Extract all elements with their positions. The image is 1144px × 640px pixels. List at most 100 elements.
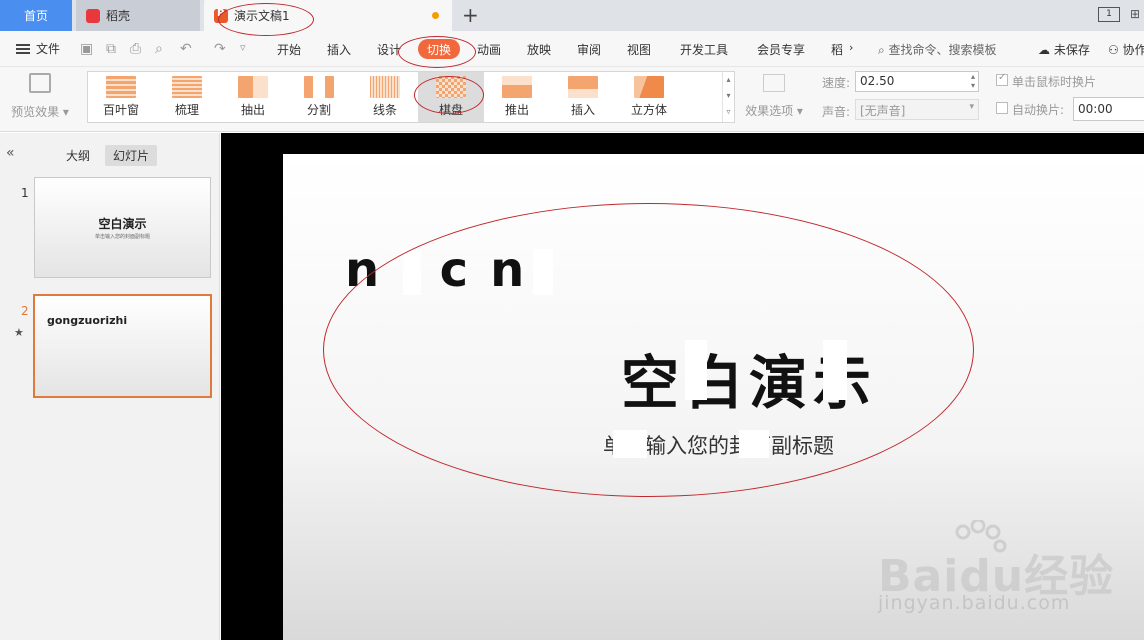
redo-icon[interactable]: ↷ — [214, 41, 226, 57]
thumb-title: 空白演示 — [98, 217, 147, 231]
auto-switch-label: 自动换片: — [1012, 103, 1065, 117]
menu-slideshow[interactable]: 放映 — [527, 41, 551, 58]
chevron-down-icon: ▾ — [969, 102, 974, 112]
spinner-icon[interactable]: ▴ ▾ — [971, 72, 975, 90]
checker-block — [403, 249, 421, 295]
menu-animation[interactable]: 动画 — [477, 41, 501, 58]
auto-switch-checkbox[interactable] — [996, 102, 1008, 114]
checker-block — [823, 340, 847, 400]
new-tab-icon[interactable]: + — [462, 3, 479, 27]
effect-cube[interactable]: 立方体 — [616, 72, 682, 122]
tab-daoke[interactable]: 稻壳 — [76, 0, 200, 31]
tab-daoke-label: 稻壳 — [106, 9, 131, 23]
speed-input[interactable]: 02.50 ▴ ▾ — [855, 71, 979, 92]
menu-insert[interactable]: 插入 — [327, 41, 351, 58]
sound-value: [无声音] — [860, 104, 906, 118]
effect-checkerboard[interactable]: 棋盘 — [418, 72, 484, 122]
export-icon[interactable]: ⧉ — [106, 41, 116, 57]
menu-more-icon[interactable]: › — [849, 41, 853, 54]
menu-design[interactable]: 设计 — [377, 41, 401, 58]
click-switch-label: 单击鼠标时换片 — [1012, 75, 1097, 89]
collapse-panel-icon[interactable]: « — [6, 145, 15, 161]
save-icon[interactable]: ▣ — [80, 41, 93, 57]
speed-value: 02.50 — [860, 74, 895, 88]
unsaved-status[interactable]: ☁ 未保存 — [1038, 41, 1090, 58]
effect-push[interactable]: 推出 — [484, 72, 550, 122]
daoke-icon — [86, 8, 100, 23]
effect-insert[interactable]: 插入 — [550, 72, 616, 122]
tab-document[interactable]: 演示文稿1 — [204, 0, 452, 31]
tab-slides[interactable]: 幻灯片 — [105, 145, 158, 166]
menu-member[interactable]: 会员专享 — [757, 41, 805, 58]
effect-lines[interactable]: 线条 — [352, 72, 418, 122]
effect-comb[interactable]: 梳理 — [154, 72, 220, 122]
lines-icon — [370, 76, 400, 98]
watermark-sub: jingyan.baidu.com — [878, 592, 1071, 614]
effect-split-label: 分割 — [306, 103, 331, 117]
sound-label: 声音: — [822, 105, 851, 119]
speed-label: 速度: — [822, 76, 851, 90]
slide-number: 2 — [21, 304, 29, 318]
slide-transition-fragment: nicn — [345, 242, 547, 298]
menu-review[interactable]: 审阅 — [577, 41, 601, 58]
insert-icon — [568, 76, 598, 98]
transition-gallery: 百叶窗 梳理 抽出 分割 线条 棋盘 推出 插入 立方体 ▴ ▾ ▿ — [87, 71, 735, 123]
auto-switch-time-input[interactable]: 00:00 — [1073, 97, 1144, 121]
gallery-scroll[interactable]: ▴ ▾ ▿ — [722, 72, 734, 122]
file-menu-label: 文件 — [36, 42, 61, 56]
hamburger-icon — [16, 43, 30, 54]
menu-developer[interactable]: 开发工具 — [680, 41, 728, 58]
effect-options-button[interactable]: 效果选项 ▾ — [742, 71, 806, 123]
search-command-label: 查找命令、搜索模板 — [888, 43, 997, 57]
effect-pull-label: 抽出 — [240, 103, 265, 117]
effect-blinds-label: 百叶窗 — [102, 103, 139, 117]
thumb-subtitle: 单击输入您的封面副标题 — [94, 234, 150, 240]
auto-switch-time-value: 00:00 — [1078, 102, 1113, 116]
print-preview-icon[interactable]: ⌕ — [155, 41, 163, 57]
window-layout-icon[interactable]: 1 — [1098, 7, 1120, 22]
slide-thumbnail-1[interactable]: 空白演示 单击输入您的封面副标题 — [34, 177, 211, 278]
menu-transition-label: 切换 — [426, 42, 451, 57]
effect-lines-label: 线条 — [372, 103, 397, 117]
effect-options-icon — [763, 74, 785, 92]
collab-button[interactable]: ⚇ 协作 — [1108, 41, 1144, 58]
preview-label: 预览效果 — [11, 105, 60, 119]
click-switch-checkbox[interactable]: ✓ — [996, 72, 1008, 86]
menu-daoke[interactable]: 稻 — [831, 41, 843, 58]
effect-blinds[interactable]: 百叶窗 — [88, 72, 154, 122]
file-menu[interactable]: 文件 — [16, 40, 60, 57]
menu-start[interactable]: 开始 — [277, 41, 301, 58]
print-icon[interactable]: ⎙ — [130, 41, 141, 57]
tab-outline[interactable]: 大纲 — [58, 145, 98, 166]
undo-icon[interactable]: ↶ — [180, 41, 192, 57]
slide-thumbnail-2[interactable]: gongzuorizhi — [33, 294, 212, 398]
presentation-icon — [214, 8, 228, 23]
effect-pull[interactable]: 抽出 — [220, 72, 286, 122]
thumb-title: gongzuorizhi — [47, 314, 128, 327]
window-layout-label: 1 — [1106, 9, 1112, 19]
preview-effect-button[interactable]: 预览效果 ▾ — [8, 71, 72, 123]
menu-transition[interactable]: 切换 — [418, 39, 460, 59]
unsaved-dot-icon — [432, 12, 439, 19]
sound-select[interactable]: [无声音] ▾ — [855, 99, 979, 120]
effect-push-label: 推出 — [504, 103, 529, 117]
split-icon — [304, 76, 334, 98]
tab-document-label: 演示文稿1 — [234, 9, 290, 23]
effect-insert-label: 插入 — [570, 103, 595, 117]
preview-icon — [29, 73, 51, 93]
unsaved-label: 未保存 — [1053, 43, 1090, 57]
cube-icon — [634, 76, 664, 98]
customize-dropdown-icon[interactable]: ▿ — [240, 41, 246, 54]
menu-bar: 文件 ▣ ⧉ ⎙ ⌕ ↶ ↷ ▿ 开始 插入 设计 动画 放映 审阅 视图 开发… — [0, 31, 1144, 67]
menu-view[interactable]: 视图 — [627, 41, 651, 58]
grid-icon[interactable]: ⊞ — [1130, 7, 1144, 22]
effect-cube-label: 立方体 — [630, 103, 667, 117]
checker-block — [739, 430, 769, 458]
checker-block — [613, 430, 647, 458]
blinds-icon — [106, 76, 136, 98]
effect-split[interactable]: 分割 — [286, 72, 352, 122]
search-command[interactable]: ⌕ 查找命令、搜索模板 — [878, 41, 997, 58]
star-icon: ★ — [14, 326, 24, 339]
tab-home[interactable]: 首页 — [0, 0, 72, 31]
effect-options-label: 效果选项 — [745, 104, 794, 118]
